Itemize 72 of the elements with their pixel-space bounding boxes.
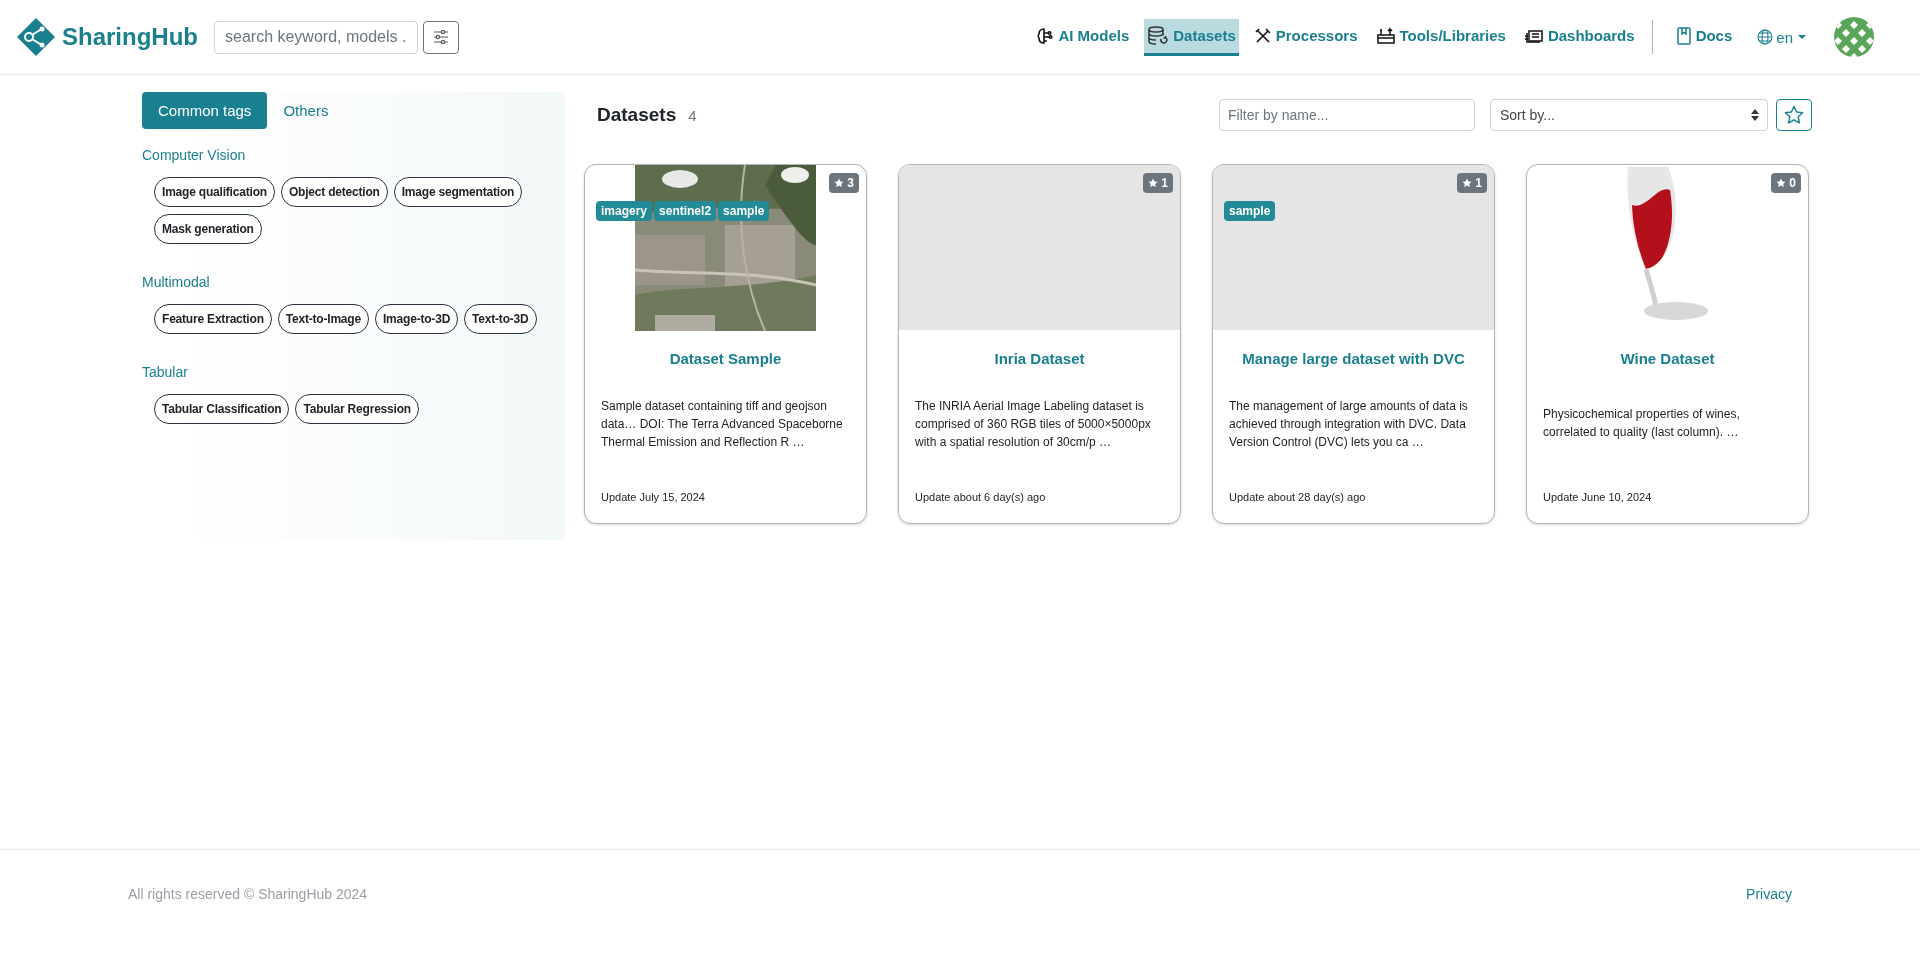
nav-tab[interactable]: AI Models (1033, 20, 1133, 54)
nav-tab[interactable]: Processors (1250, 20, 1361, 54)
dataset-card[interactable]: 1 sample Manage large dataset with DVC The management of large amounts of data is achieved through integration with DVC. Data Version Control (DVC) lets you ca … Update about 28 day(s) ago (1212, 164, 1495, 524)
update-date: Update about 6 day(s) ago (915, 491, 1047, 503)
nav-tab[interactable]: Tools/Libraries (1372, 20, 1509, 54)
database-icon (1147, 24, 1170, 47)
tag-chip[interactable]: Tabular Regression (295, 394, 419, 424)
star-icon (834, 178, 845, 188)
toolbox-icon (1375, 26, 1396, 45)
star-icon (1784, 105, 1804, 125)
dataset-title[interactable]: Inria Dataset (907, 350, 1172, 367)
dashboard-icon (1523, 27, 1544, 44)
tag-label: sample (718, 201, 770, 221)
dataset-title[interactable]: Manage large dataset with DVC (1221, 350, 1486, 367)
book-icon (1675, 26, 1692, 45)
favorites-button[interactable] (1776, 99, 1812, 131)
sort-dropdown[interactable]: Sort by... (1490, 99, 1768, 131)
star-count-badge: 3 (829, 173, 859, 193)
tag-chip[interactable]: Text-to-3D (464, 304, 537, 334)
update-date: Update June 10, 2024 (1543, 491, 1653, 503)
tag-label: sentinel2 (654, 201, 717, 221)
tag-tab[interactable]: Common tags (142, 92, 268, 129)
filter-button[interactable] (423, 20, 459, 54)
update-date: Update July 15, 2024 (601, 491, 706, 503)
star-icon (1148, 178, 1159, 188)
docs-link[interactable]: Docs (1672, 20, 1736, 54)
tag-label: sample (1224, 201, 1276, 221)
search-field[interactable]: search keyword, models . (214, 20, 418, 54)
language-dropdown[interactable]: en (1757, 28, 1808, 46)
tag-tab[interactable]: Others (267, 92, 345, 129)
sliders-icon (433, 30, 449, 44)
tag-chip[interactable]: Mask generation (154, 214, 262, 244)
dataset-description: The management of large amounts of data is achieved through integration with DVC. Data Version Control (DVC) lets you ca … (1229, 398, 1469, 451)
dataset-title[interactable]: Dataset Sample (593, 350, 858, 367)
tag-chip[interactable]: Text-to-Image (277, 304, 369, 334)
globe-icon (1757, 29, 1774, 45)
tag-group-title: Multimodal (142, 274, 211, 290)
tag-chip[interactable]: Object detection (280, 177, 388, 207)
star-count-badge: 1 (1457, 173, 1487, 193)
dataset-description: Sample dataset containing tiff and geojson data… DOI: The Terra Advanced Spaceborne Thermal Emission and Reflection R … (601, 398, 844, 451)
dataset-card[interactable]: 3 imagery sentinel2 sample Dataset Sample Sample dataset containing tiff and geojson data… DOI: The Terra Advanced Spaceborne Thermal Emission and Reflection R … Update July 15, 2024 (584, 164, 867, 524)
dataset-count: 4 (688, 106, 697, 124)
tools-icon (1253, 26, 1272, 45)
logo-text: SharingHub (62, 23, 198, 51)
star-count-badge: 0 (1771, 173, 1801, 193)
privacy-link[interactable]: Privacy (1746, 885, 1792, 902)
tag-chip[interactable]: Feature Extraction (154, 304, 272, 334)
brain-icon (1036, 26, 1055, 45)
avatar[interactable] (1834, 17, 1874, 57)
tag-chip[interactable]: Image qualification (154, 177, 275, 207)
update-date: Update about 28 day(s) ago (1229, 491, 1367, 503)
tag-group-title: Tabular (142, 364, 189, 380)
filter-field[interactable]: Filter by name... (1219, 99, 1475, 131)
page-title: Datasets (597, 104, 677, 126)
dataset-card[interactable]: 0 Wine Dataset Physicochemical properties of wines, correlated to quality (last column). … Update June 10, 2024 (1526, 164, 1809, 524)
star-icon (1462, 178, 1473, 188)
dataset-description: Physicochemical properties of wines, correlated to quality (last column). … (1543, 406, 1741, 441)
tag-chip[interactable]: Image segmentation (393, 177, 523, 207)
sort-arrows-icon (1751, 109, 1759, 121)
star-count-badge: 1 (1143, 173, 1173, 193)
copyright-text: All rights reserved © SharingHub 2024 (128, 885, 368, 902)
nav-tab[interactable]: Dashboards (1520, 21, 1638, 53)
caret-icon (1796, 33, 1808, 41)
logo-icon (16, 17, 56, 57)
tag-label: imagery (596, 201, 653, 221)
dataset-description: The INRIA Aerial Image Labeling dataset is comprised of 360 RGB tiles of 5000×5000px with a spatial resolution of 30cm/p … (915, 398, 1152, 451)
dataset-title[interactable]: Wine Dataset (1535, 350, 1800, 367)
tag-group-title: Computer Vision (142, 147, 247, 163)
tag-chip[interactable]: Tabular Classification (154, 394, 290, 424)
star-icon (1776, 178, 1787, 188)
tag-chip[interactable]: Image-to-3D (374, 304, 459, 334)
dataset-card[interactable]: 1 Inria Dataset The INRIA Aerial Image Labeling dataset is comprised of 360 RGB tiles of 5000×5000px with a spatial resolution of 30cm/p … Update about 6 day(s) ago (898, 164, 1181, 524)
